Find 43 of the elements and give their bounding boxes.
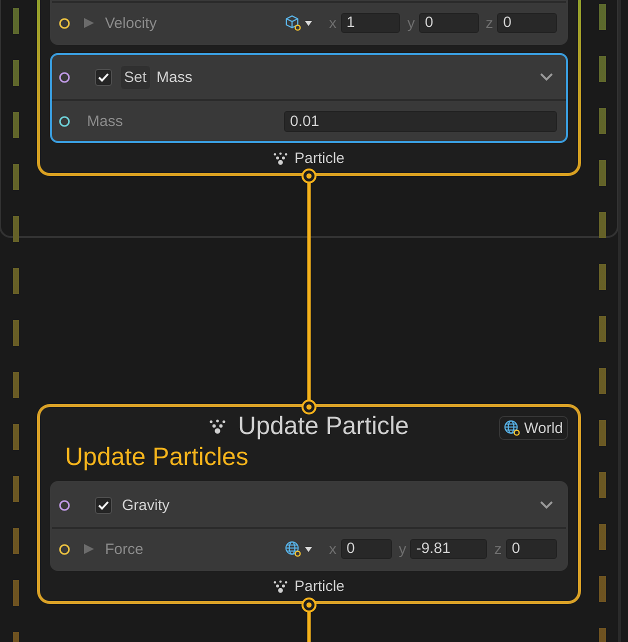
row-label: Velocity <box>105 14 157 32</box>
flow-port[interactable] <box>302 598 316 612</box>
port-icon[interactable] <box>59 544 70 554</box>
chevron-icon[interactable] <box>540 501 553 509</box>
block-title: Gravity <box>122 496 170 514</box>
port-icon[interactable] <box>59 18 70 28</box>
port-icon[interactable] <box>59 116 70 126</box>
flow-port[interactable] <box>302 400 316 414</box>
checkmark-icon <box>98 500 109 510</box>
chevron-icon[interactable] <box>540 73 553 81</box>
context-subtitle: Update Particles <box>64 445 250 469</box>
number-field[interactable]: 0 <box>506 539 558 559</box>
globe-icon[interactable] <box>285 541 301 557</box>
row-label: Force <box>105 540 144 558</box>
particle-icon <box>273 580 288 592</box>
space-dropdown[interactable] <box>285 541 312 557</box>
space-dropdown[interactable] <box>285 15 312 31</box>
port-icon[interactable] <box>59 72 70 82</box>
number-field[interactable]: 0.01 <box>284 110 557 132</box>
cube-icon[interactable] <box>285 15 301 31</box>
globe-icon <box>504 420 520 436</box>
space-badge[interactable]: World <box>499 416 568 440</box>
checkmark-icon <box>98 72 109 82</box>
number-field[interactable]: 0 <box>497 13 557 33</box>
operation-label: Set <box>121 66 150 88</box>
particle-icon <box>209 418 226 434</box>
output-label: Particle <box>294 150 345 166</box>
enable-checkbox[interactable] <box>95 68 112 86</box>
output-label: Particle <box>294 578 345 594</box>
caret-icon[interactable] <box>305 546 312 552</box>
block-title: Mass <box>156 68 192 86</box>
flow-port[interactable] <box>302 168 316 184</box>
enable-checkbox[interactable] <box>95 496 112 514</box>
row-label: Mass <box>87 112 123 130</box>
connection-edge <box>307 612 311 642</box>
number-field[interactable]: 0 <box>340 539 392 559</box>
context-title: Update Particle <box>238 412 409 440</box>
particle-icon <box>273 152 288 164</box>
number-field[interactable]: 1 <box>340 13 400 33</box>
port-icon[interactable] <box>59 500 70 510</box>
number-field[interactable]: 0 <box>418 13 479 33</box>
caret-icon[interactable] <box>305 20 312 26</box>
number-field[interactable]: -9.81 <box>410 539 488 559</box>
